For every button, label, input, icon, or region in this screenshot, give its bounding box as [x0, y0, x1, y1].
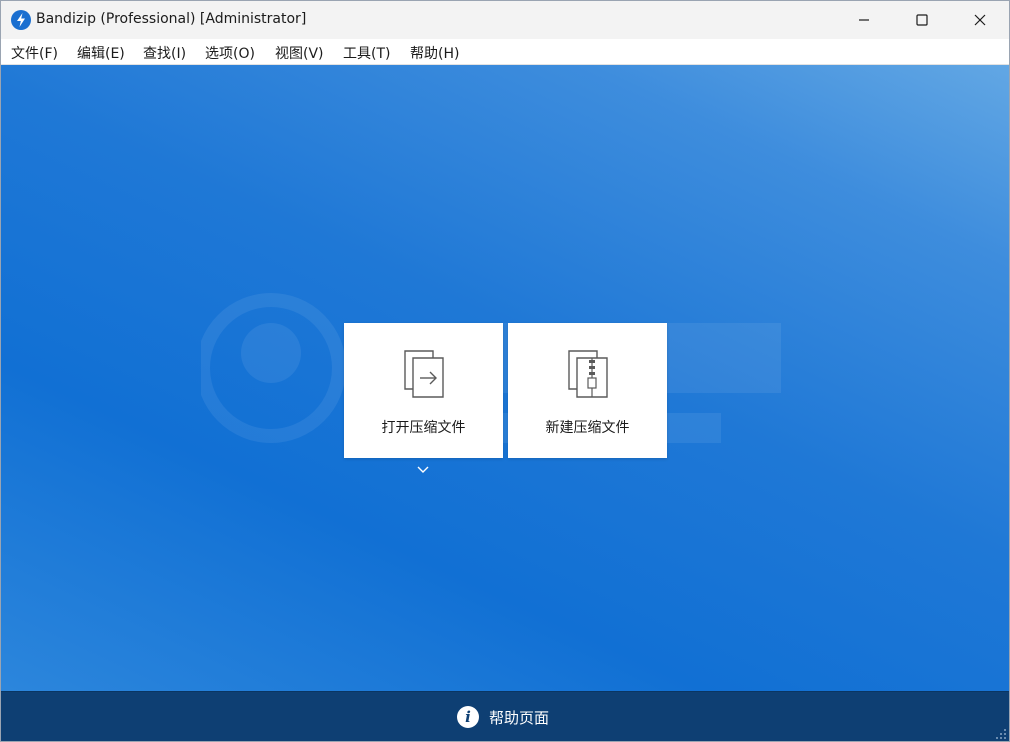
bandizip-logo-icon [11, 10, 31, 30]
minimize-button[interactable] [835, 1, 893, 39]
window-title: Bandizip (Professional) [Administrator] [36, 11, 307, 27]
title-bar[interactable]: Bandizip (Professional) [Administrator] [1, 1, 1009, 39]
resize-grip-icon[interactable] [995, 728, 1007, 740]
close-button[interactable] [951, 1, 1009, 39]
menu-tools[interactable]: 工具(T) [343, 43, 390, 63]
help-bar: i 帮助页面 [1, 691, 1009, 741]
help-page-label: 帮助页面 [489, 708, 550, 727]
open-archive-icon [404, 350, 444, 398]
maximize-button[interactable] [893, 1, 951, 39]
close-icon [974, 14, 986, 26]
help-page-link[interactable]: i 帮助页面 [457, 704, 549, 730]
minimize-icon [859, 19, 869, 21]
new-archive-label: 新建压缩文件 [545, 420, 630, 436]
open-archive-tile[interactable]: 打开压缩文件 [344, 323, 503, 458]
info-icon: i [457, 706, 479, 728]
menu-help[interactable]: 帮助(H) [410, 43, 459, 63]
menu-edit[interactable]: 编辑(E) [77, 43, 125, 63]
new-archive-tile[interactable]: 新建压缩文件 [508, 323, 667, 458]
menu-view[interactable]: 视图(V) [275, 43, 324, 63]
menu-bar: 文件(F) 编辑(E) 查找(I) 选项(O) 视图(V) 工具(T) 帮助(H… [1, 39, 1009, 65]
bandizip-window: Bandizip (Professional) [Administrator] … [0, 0, 1010, 742]
maximize-icon [916, 14, 928, 26]
zip-file-icon [568, 350, 608, 398]
menu-find[interactable]: 查找(I) [143, 43, 186, 63]
menu-options[interactable]: 选项(O) [205, 43, 255, 63]
start-screen: 打开压缩文件 新建压缩文件 [1, 65, 1009, 691]
chevron-down-icon[interactable] [416, 465, 430, 475]
open-archive-label: 打开压缩文件 [381, 420, 466, 436]
menu-file[interactable]: 文件(F) [11, 43, 58, 63]
